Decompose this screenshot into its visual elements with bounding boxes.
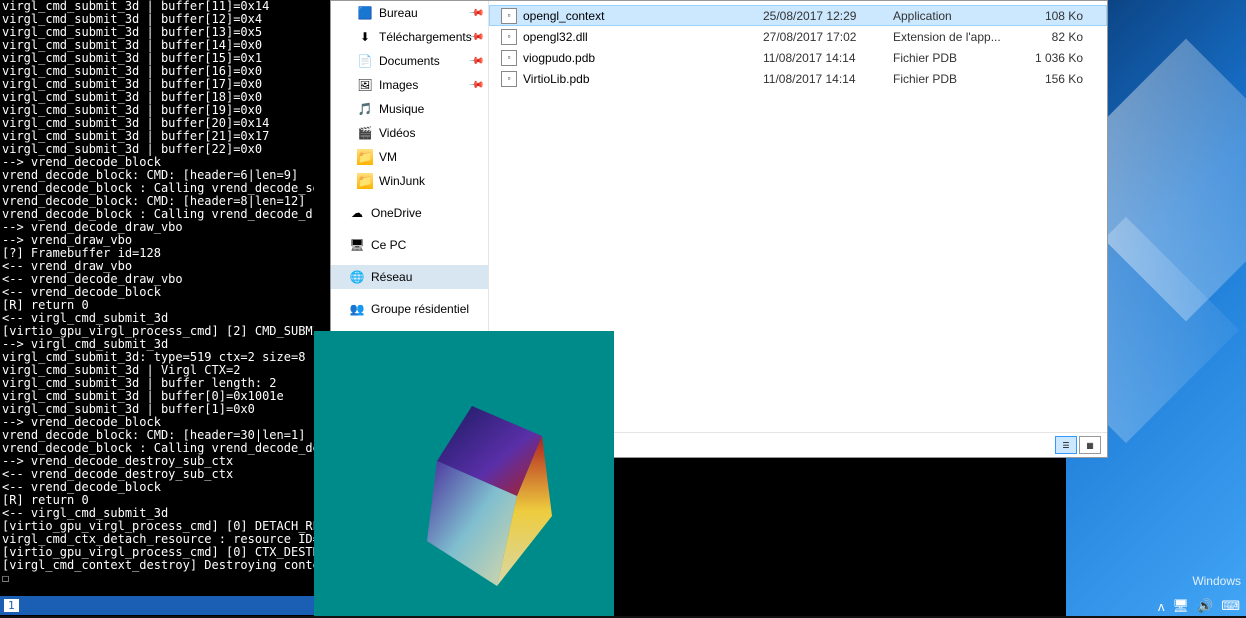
sidebar-item-7-icon: 📁 — [357, 173, 373, 189]
file-date: 27/08/2017 17:02 — [763, 30, 893, 44]
file-row-1[interactable]: ▫ opengl32.dll27/08/2017 17:02Extension d… — [489, 26, 1107, 47]
sidebar-item-2-icon: 📄 — [357, 53, 373, 69]
file-type: Application — [893, 9, 1023, 23]
sidebar-item-1[interactable]: ⬇Téléchargements📌 — [331, 25, 488, 49]
sidebar-item-2-label: Documents — [379, 54, 440, 68]
tray-sound-icon[interactable]: 🔊 — [1197, 598, 1213, 614]
sidebar-item-4[interactable]: 🎵 Musique — [331, 97, 488, 121]
sidebar-network-label: Réseau — [371, 270, 412, 284]
pin-icon: 📌 — [467, 5, 484, 22]
sidebar-homegroup-label: Groupe résidentiel — [371, 302, 469, 316]
sidebar-item-4-label: Musique — [379, 102, 424, 116]
opengl-context-window[interactable] — [314, 331, 614, 618]
sidebar-homegroup[interactable]: 👥 Groupe résidentiel — [331, 297, 488, 321]
sidebar-item-1-icon: ⬇ — [357, 29, 373, 45]
sidebar-onedrive-label: OneDrive — [371, 206, 422, 220]
sidebar-thispc-label: Ce PC — [371, 238, 406, 252]
sidebar-item-6-label: VM — [379, 150, 397, 164]
sidebar-item-2[interactable]: 📄 Documents 📌 — [331, 49, 488, 73]
tray-chevron-icon[interactable]: ʌ — [1158, 599, 1165, 614]
sidebar-item-3-icon: 🖼 — [357, 77, 373, 93]
file-size: 82 Ko — [1023, 30, 1083, 44]
sidebar-thispc-icon: 🖥 — [349, 237, 365, 253]
file-name: viogpudo.pdb — [523, 51, 763, 65]
file-date: 11/08/2017 14:14 — [763, 51, 893, 65]
sidebar-item-6[interactable]: 📁 VM — [331, 145, 488, 169]
pin-icon: 📌 — [467, 77, 484, 94]
view-details-button[interactable]: ☰ — [1055, 436, 1077, 454]
file-type: Extension de l'app... — [893, 30, 1023, 44]
tray-network-icon[interactable]: 🖥 — [1173, 598, 1190, 614]
view-icons-button[interactable]: ▦ — [1079, 436, 1101, 454]
sidebar-item-6-icon: 📁 — [357, 149, 373, 165]
sidebar-item-3-label: Images — [379, 78, 418, 92]
file-icon: ▫ — [501, 29, 517, 45]
sidebar-network-icon: 🌐 — [349, 269, 365, 285]
sidebar-item-5-icon: 🎬 — [357, 125, 373, 141]
file-name: opengl32.dll — [523, 30, 763, 44]
file-row-2[interactable]: ▫ viogpudo.pdb11/08/2017 14:14Fichier PDB… — [489, 47, 1107, 68]
file-icon: ▫ — [501, 8, 517, 24]
tray-input-icon[interactable]: ⌨ — [1221, 598, 1240, 614]
file-date: 11/08/2017 14:14 — [763, 72, 893, 86]
file-row-0[interactable]: ▫ opengl_context25/08/2017 12:29Applicati… — [489, 5, 1107, 26]
sidebar-item-1-label: Téléchargements — [379, 30, 472, 44]
sidebar-onedrive-icon: ☁ — [349, 205, 365, 221]
file-date: 25/08/2017 12:29 — [763, 9, 893, 23]
windows-edition-watermark: Windows — [1192, 574, 1241, 588]
file-size: 1 036 Ko — [1023, 51, 1083, 65]
sidebar-item-7-label: WinJunk — [379, 174, 425, 188]
terminal-tab-indicator[interactable]: 1 — [4, 599, 19, 612]
file-type: Fichier PDB — [893, 51, 1023, 65]
sidebar-thispc[interactable]: 🖥 Ce PC — [331, 233, 488, 257]
file-size: 156 Ko — [1023, 72, 1083, 86]
system-tray[interactable]: ʌ 🖥 🔊 ⌨ — [1158, 598, 1240, 614]
file-name: opengl_context — [523, 9, 763, 23]
sidebar-item-4-icon: 🎵 — [357, 101, 373, 117]
sidebar-item-7[interactable]: 📁 WinJunk — [331, 169, 488, 193]
sidebar-item-5-label: Vidéos — [379, 126, 415, 140]
pin-icon: 📌 — [467, 53, 484, 70]
sidebar-item-3[interactable]: 🖼 Images 📌 — [331, 73, 488, 97]
file-name: VirtioLib.pdb — [523, 72, 763, 86]
file-type: Fichier PDB — [893, 72, 1023, 86]
sidebar-item-5[interactable]: 🎬 Vidéos — [331, 121, 488, 145]
rgb-cube-render — [402, 401, 582, 591]
sidebar-item-0-label: Bureau — [379, 6, 418, 20]
file-icon: ▫ — [501, 71, 517, 87]
sidebar-network[interactable]: 🌐 Réseau — [331, 265, 488, 289]
sidebar-homegroup-icon: 👥 — [349, 301, 365, 317]
terminal-status-bar: 1 — [0, 596, 314, 615]
terminal-window[interactable]: virgl_cmd_submit_3d | buffer[11]=0x14 vi… — [0, 0, 314, 596]
sidebar-item-0-icon: 🟦 — [357, 5, 373, 21]
file-row-3[interactable]: ▫ VirtioLib.pdb11/08/2017 14:14Fichier PD… — [489, 68, 1107, 89]
sidebar-item-0[interactable]: 🟦 Bureau 📌 — [331, 1, 488, 25]
file-icon: ▫ — [501, 50, 517, 66]
sidebar-onedrive[interactable]: ☁ OneDrive — [331, 201, 488, 225]
file-size: 108 Ko — [1023, 9, 1083, 23]
